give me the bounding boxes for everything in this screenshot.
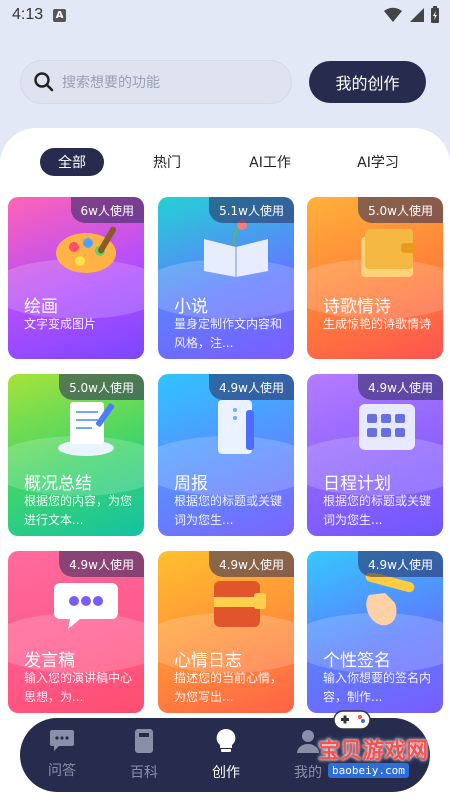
lightbulb-icon xyxy=(216,728,236,752)
nav-label: 问答 xyxy=(48,763,76,779)
book-icon xyxy=(135,729,153,753)
nav-label: 百科 xyxy=(130,765,158,781)
status-icons xyxy=(384,6,440,24)
calendar-icon xyxy=(359,404,415,450)
signal-icon xyxy=(410,8,424,22)
card-desc: 描述您的当前心情，为您写出... xyxy=(174,671,283,704)
watermark-title: 宝贝游戏网 xyxy=(318,739,429,764)
card-title: 日程计划 xyxy=(323,474,391,494)
card-desc: 根据您的内容，为您进行文本... xyxy=(24,494,133,527)
document-cloud-icon xyxy=(58,402,115,456)
card-title: 发言稿 xyxy=(24,651,75,671)
feature-card-mood-diary[interactable]: 4.9w人使用 心情日志 描述您的当前心情，为您写出... xyxy=(158,551,294,713)
notification-badge: A xyxy=(53,8,67,22)
pencil-hand-icon xyxy=(365,573,415,626)
feature-card-speech[interactable]: 4.9w人使用 发言稿 输入您的演讲稿中心思想，为... xyxy=(8,551,144,713)
nav-create[interactable]: 创作 xyxy=(196,728,256,784)
card-desc: 根据您的标题或关键词为您生... xyxy=(174,494,283,527)
card-title: 概况总结 xyxy=(24,474,92,494)
clipboard-icon xyxy=(218,400,254,454)
card-title: 个性签名 xyxy=(323,651,391,671)
gamepad-logo-icon xyxy=(333,710,371,730)
paint-palette-icon xyxy=(56,226,116,273)
card-desc: 生成惊艳的诗歌情诗 xyxy=(323,317,432,331)
card-title: 周报 xyxy=(174,474,208,494)
feature-card-painting[interactable]: 6w人使用 绘画 文字变成图片 xyxy=(8,197,144,359)
tab-ai-study[interactable]: AI学习 xyxy=(338,148,418,176)
status-bar: 4:13 A xyxy=(0,0,450,30)
chat-icon xyxy=(50,730,74,751)
card-title: 心情日志 xyxy=(174,651,242,671)
status-time: 4:13 xyxy=(12,6,44,23)
user-icon xyxy=(297,730,319,753)
card-desc: 输入您的演讲稿中心思想，为... xyxy=(24,671,133,704)
usage-badge: 4.9w人使用 xyxy=(209,551,294,577)
feature-card-poem[interactable]: 5.0w人使用 诗歌情诗 生成惊艳的诗歌情诗 xyxy=(307,197,443,359)
card-title: 诗歌情诗 xyxy=(323,297,391,317)
diary-icon xyxy=(214,581,266,627)
wifi-icon xyxy=(384,7,402,23)
usage-badge: 4.9w人使用 xyxy=(209,374,294,400)
usage-badge: 4.9w人使用 xyxy=(59,551,144,577)
category-tabs: 全部 热门 AI工作 AI学习 xyxy=(0,148,450,176)
search-icon xyxy=(34,72,54,92)
usage-badge: 5.0w人使用 xyxy=(358,197,443,223)
feature-card-novel[interactable]: 5.1w人使用 小说 量身定制作文内容和风格，注... xyxy=(158,197,294,359)
card-desc: 根据您的标题或关键词为您生... xyxy=(323,494,432,527)
usage-badge: 5.0w人使用 xyxy=(59,374,144,400)
search-bar[interactable]: 搜索想要的功能 xyxy=(20,60,292,104)
usage-badge: 4.9w人使用 xyxy=(358,374,443,400)
open-book-icon xyxy=(204,220,268,277)
tab-all[interactable]: 全部 xyxy=(40,148,104,176)
battery-icon xyxy=(431,6,439,23)
card-desc: 输入你想要的签名内容，制作... xyxy=(323,671,432,704)
nav-encyclopedia[interactable]: 百科 xyxy=(114,728,174,784)
card-title: 绘画 xyxy=(24,297,58,317)
watermark-url: baobeiy.com xyxy=(328,763,409,778)
search-placeholder: 搜索想要的功能 xyxy=(62,75,160,91)
feature-card-weekly-report[interactable]: 4.9w人使用 周报 根据您的标题或关键词为您生... xyxy=(158,374,294,536)
usage-badge: 4.9w人使用 xyxy=(358,551,443,577)
card-desc: 文字变成图片 xyxy=(24,317,97,331)
chat-bubble-icon xyxy=(54,583,118,629)
nav-label: 创作 xyxy=(212,765,240,781)
tab-ai-work[interactable]: AI工作 xyxy=(230,148,310,176)
usage-badge: 6w人使用 xyxy=(70,197,144,223)
nav-qa[interactable]: 问答 xyxy=(32,728,92,784)
my-creations-button[interactable]: 我的创作 xyxy=(309,61,426,103)
tab-hot[interactable]: 热门 xyxy=(135,148,199,176)
feature-card-signature[interactable]: 4.9w人使用 个性签名 输入你想要的签名内容，制作... xyxy=(307,551,443,713)
feature-card-summary[interactable]: 5.0w人使用 概况总结 根据您的内容，为您进行文本... xyxy=(8,374,144,536)
card-title: 小说 xyxy=(174,297,208,317)
notebook-icon xyxy=(361,229,415,277)
usage-badge: 5.1w人使用 xyxy=(209,197,294,223)
card-desc: 量身定制作文内容和风格，注... xyxy=(174,317,283,350)
site-watermark: 宝贝游戏网 baobeiy.com xyxy=(318,705,450,785)
feature-card-schedule[interactable]: 4.9w人使用 日程计划 根据您的标题或关键词为您生... xyxy=(307,374,443,536)
